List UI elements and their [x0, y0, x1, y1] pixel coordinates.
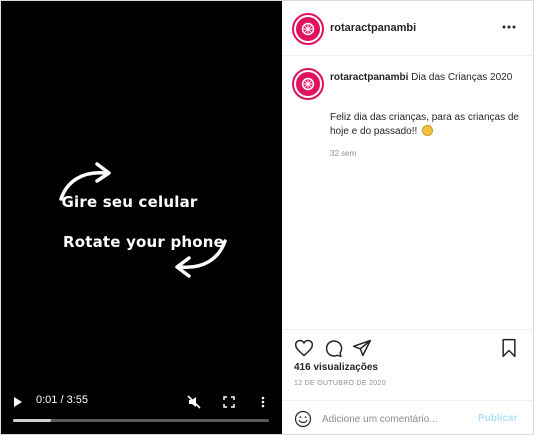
publish-button[interactable]: Publicar [478, 413, 517, 424]
mute-button[interactable] [186, 394, 202, 410]
avatar[interactable] [292, 13, 324, 45]
post-date: 12 DE OUTUBRO DE 2020 [294, 380, 386, 387]
fullscreen-icon [223, 396, 235, 408]
rotary-wheel-icon [296, 72, 320, 96]
video-progress-fill [13, 419, 52, 422]
comment-icon[interactable] [323, 338, 343, 358]
grinning-face-icon [422, 125, 434, 136]
comment-input[interactable] [322, 409, 472, 429]
mute-icon [187, 395, 201, 409]
caption-title-text: Dia das Crianças 2020 [411, 72, 513, 83]
caption-title: rotaractpanambi Dia das Crianças 2020 [330, 71, 520, 85]
video-progress-bar[interactable] [13, 419, 269, 422]
emoji-picker-icon[interactable] [294, 410, 312, 428]
heart-icon[interactable] [294, 338, 314, 358]
header-username[interactable]: rotaractpanambi [330, 22, 416, 34]
play-icon [14, 397, 22, 407]
rotary-wheel-icon [296, 17, 320, 41]
post-header: rotaractpanambi [282, 1, 533, 56]
caption-avatar[interactable] [292, 68, 324, 100]
more-horizontal-icon [502, 25, 516, 29]
video-time: 0:01 / 3:55 [36, 394, 88, 406]
play-button[interactable] [11, 395, 25, 409]
video-text-pt: Gire seu celular [61, 193, 198, 211]
post-age: 32 sem [330, 149, 357, 158]
share-icon[interactable] [352, 338, 372, 358]
curved-arrow-icon [175, 239, 227, 278]
view-count[interactable]: 416 visualizações [294, 362, 378, 373]
comment-bar: Publicar [282, 400, 533, 435]
post-side-panel: rotaractpanambi rotaractpanambi Dia das … [282, 1, 533, 434]
fullscreen-button[interactable] [221, 394, 237, 410]
video-player[interactable]: Gire seu celular Rotate your phone [1, 1, 282, 434]
video-text-en: Rotate your phone [62, 233, 225, 251]
more-options-button[interactable] [501, 19, 517, 35]
video-options-button[interactable] [256, 394, 270, 410]
caption-username[interactable]: rotaractpanambi [330, 72, 408, 83]
action-bar: 416 visualizações 12 DE OUTUBRO DE 2020 … [282, 329, 533, 434]
more-vertical-icon [261, 396, 265, 408]
bookmark-icon[interactable] [499, 338, 519, 358]
caption-body: Feliz dia das crianças, para as crianças… [330, 111, 520, 139]
